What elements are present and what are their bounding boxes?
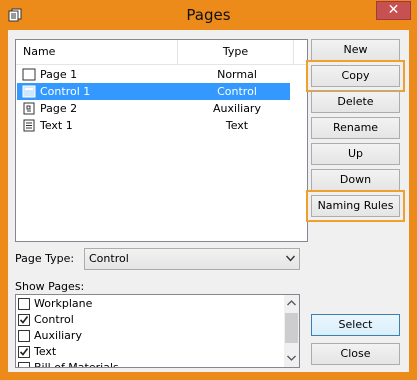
row-name: Page 1 [40,68,78,81]
scroll-down-icon[interactable] [287,355,296,361]
page-type-select[interactable]: Control [84,248,300,270]
checkbox[interactable] [18,362,30,367]
select-button[interactable]: Select [311,314,400,336]
checkbox[interactable] [18,298,30,310]
title-bar[interactable]: Pages ✕ [0,0,417,30]
row-name: Page 2 [40,102,78,115]
checkbox-label: Bill of Materials [34,361,119,368]
column-header-name[interactable]: Name [16,40,178,64]
list-row-text-1[interactable]: Text 1 Text [17,117,290,134]
checkmark-icon [19,316,29,324]
aux-page-icon [23,102,35,115]
row-type: Text [225,119,249,132]
new-button[interactable]: New [311,39,400,61]
chevron-down-icon [286,255,295,262]
page-type-label: Page Type: [15,252,75,265]
scroll-up-icon[interactable] [287,300,296,306]
page-type-value: Control [89,252,129,265]
row-type: Normal [217,68,257,81]
vertical-scrollbar[interactable] [284,295,299,367]
show-pages-list[interactable]: Workplane Control Auxiliary Text Bill of… [15,294,300,368]
list-header: Name Type [16,40,307,65]
list-row-control-1[interactable]: Control 1 Control [17,83,290,100]
column-header-type[interactable]: Type [178,40,293,64]
control-page-icon [22,85,36,98]
checkbox-label: Control [34,313,74,326]
down-button[interactable]: Down [311,169,400,191]
row-name: Text 1 [40,119,73,132]
checkbox-label: Text [34,345,57,358]
checkbox-label: Auxiliary [34,329,82,342]
list-row-page-2[interactable]: Page 2 Auxiliary [17,100,290,117]
copy-button[interactable]: Copy [306,60,405,92]
window-title: Pages [186,6,231,24]
rename-button[interactable]: Rename [311,117,400,139]
checkbox[interactable] [18,346,30,358]
scrollbar-thumb[interactable] [285,313,298,343]
checkbox-label: Workplane [34,297,93,310]
row-type: Auxiliary [213,102,261,115]
column-divider [293,40,295,64]
naming-rules-button[interactable]: Naming Rules [306,190,405,222]
pages-dialog: Pages ✕ Name Type Page 1 Normal Control … [0,0,417,380]
checkbox[interactable] [18,330,30,342]
blank-page-icon [22,68,36,81]
close-window-button[interactable]: ✕ [376,1,411,20]
list-row-page-1[interactable]: Page 1 Normal [17,66,290,83]
up-button[interactable]: Up [311,143,400,165]
checkmark-icon [19,348,29,356]
checkbox[interactable] [18,314,30,326]
dialog-body: Name Type Page 1 Normal Control 1 Contro… [8,30,409,372]
text-page-icon [23,119,35,132]
row-name: Control 1 [40,85,91,98]
close-button[interactable]: Close [311,343,400,365]
delete-button[interactable]: Delete [311,91,400,113]
row-type: Control [217,85,257,98]
show-pages-label: Show Pages: [15,280,85,293]
pages-list[interactable]: Name Type Page 1 Normal Control 1 Contro… [15,39,308,242]
